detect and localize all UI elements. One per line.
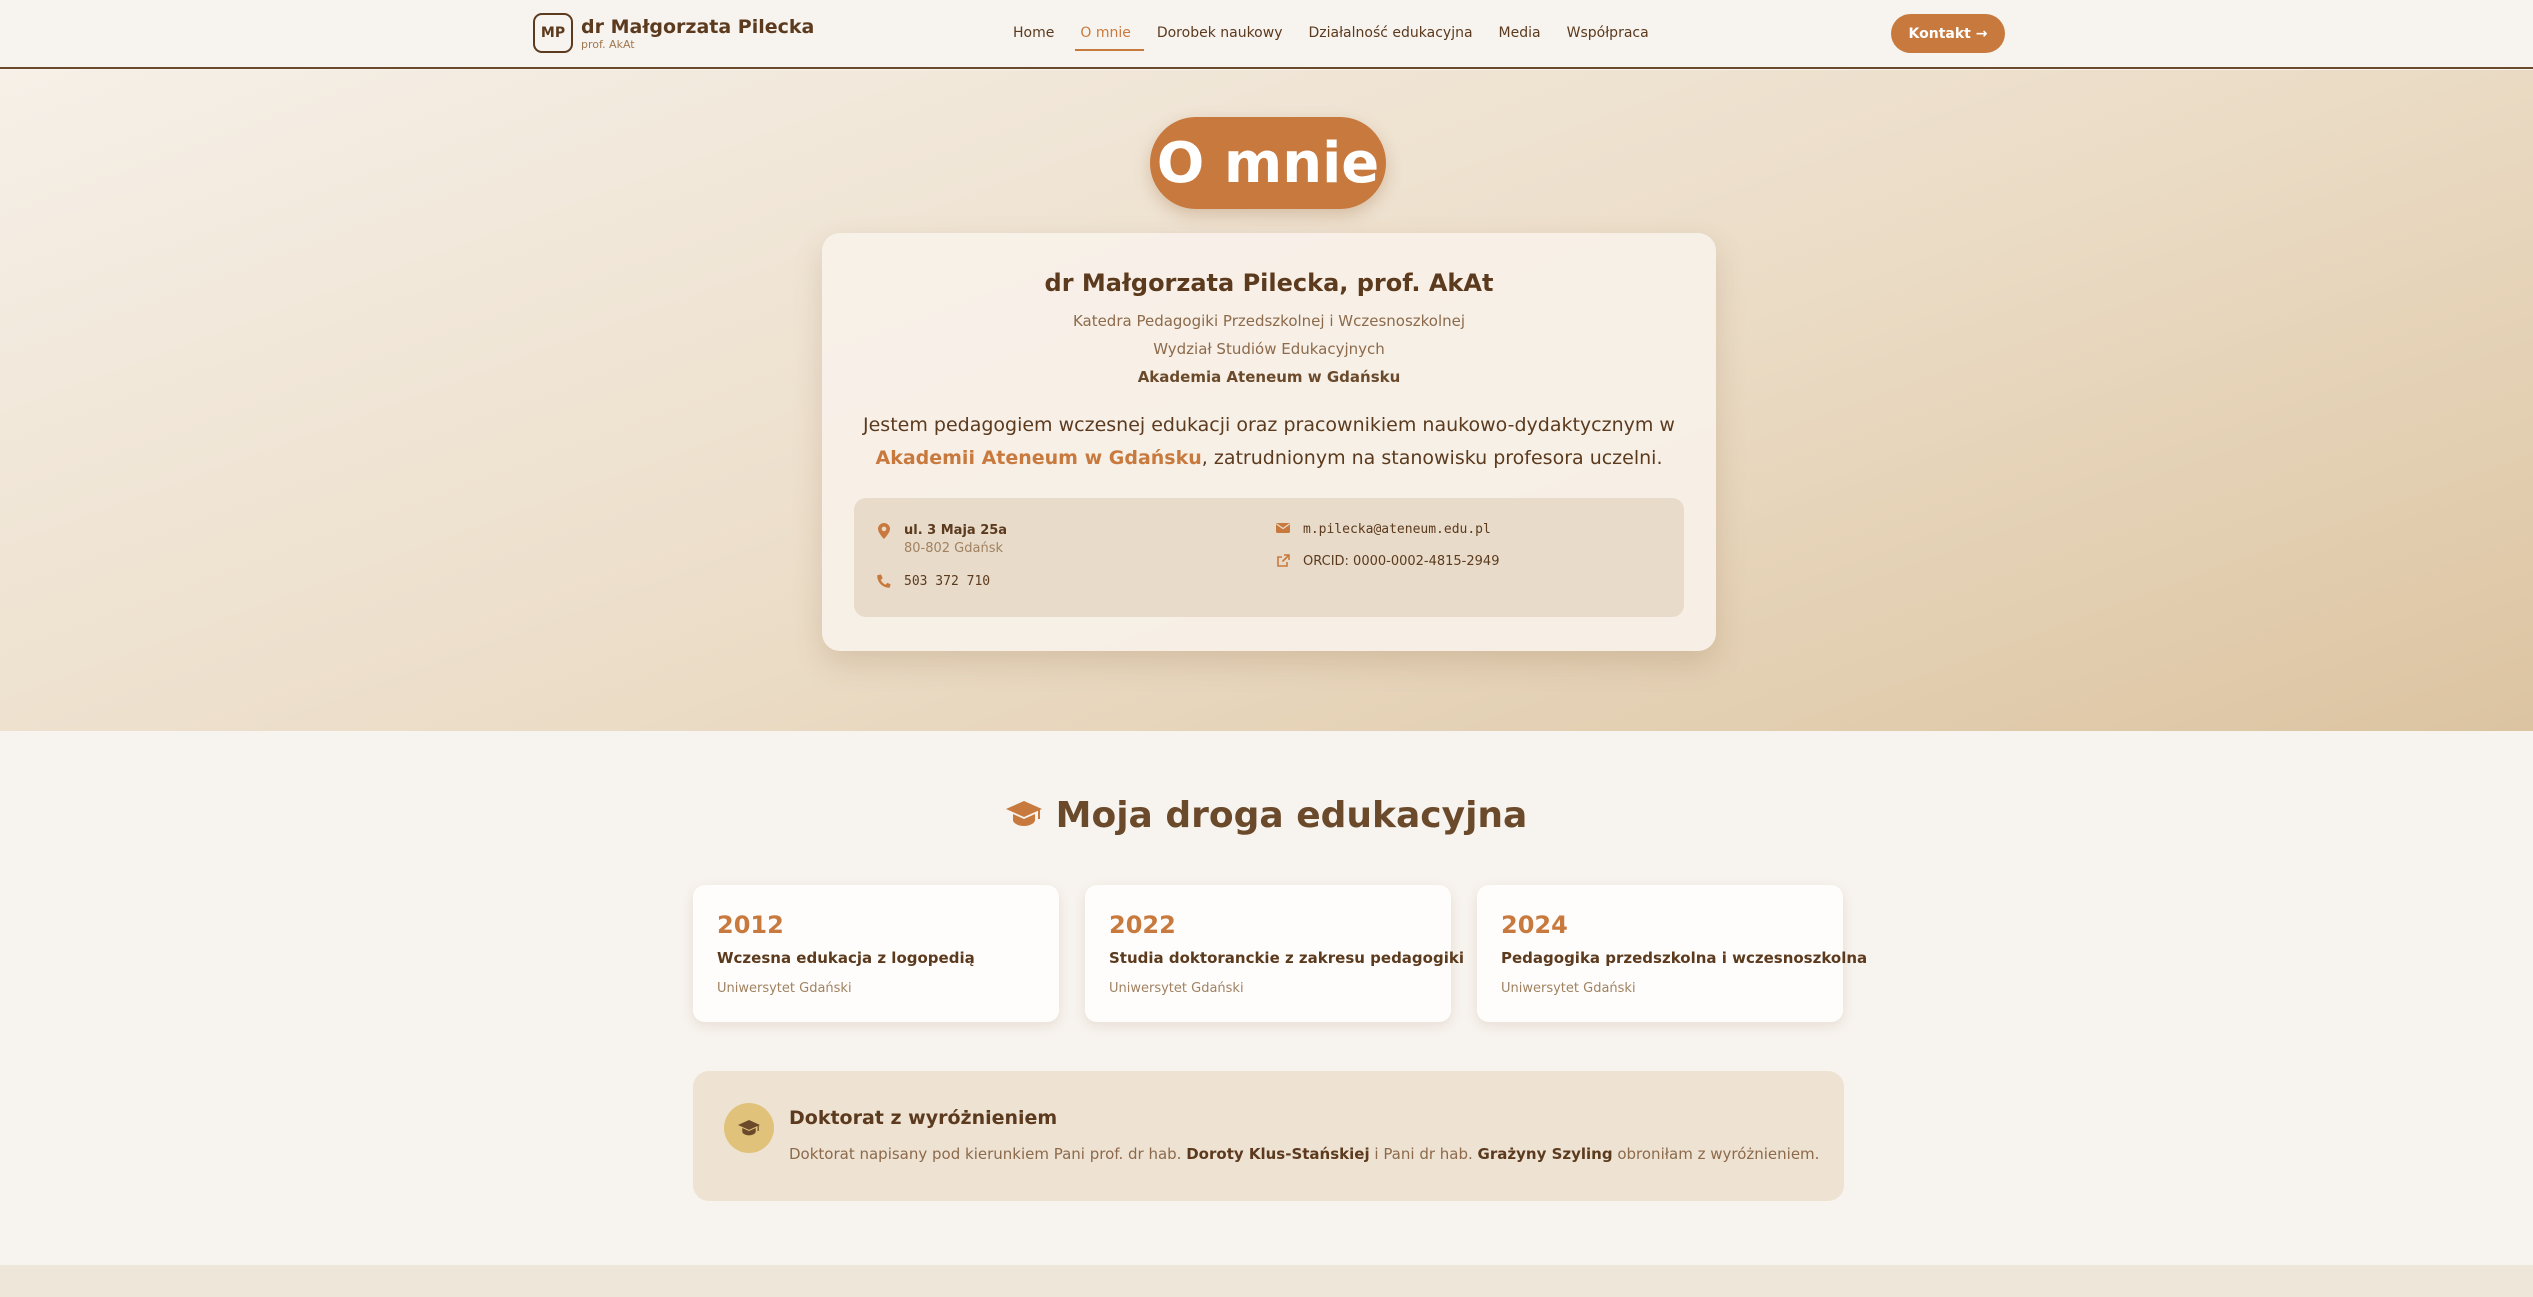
education-school: Uniwersytet Gdański <box>717 981 852 996</box>
education-year: 2012 <box>717 911 784 939</box>
phd-title: Doktorat z wyróżnieniem <box>789 1107 1058 1129</box>
address-street: ul. 3 Maja 25a <box>904 523 1008 538</box>
education-heading: Moja droga edukacyjna <box>0 795 2533 836</box>
email-address[interactable]: m.pilecka@ateneum.edu.pl <box>1303 522 1491 537</box>
site-subtitle: prof. AkAt <box>581 38 635 51</box>
profile-faculty: Wydział Studiów Edukacyjnych <box>1153 340 1385 358</box>
education-program: Studia doktoranckie z zakresu pedagogiki <box>1109 949 1464 967</box>
orcid-link[interactable]: ORCID: 0000-0002-4815-2949 <box>1303 554 1499 569</box>
envelope-icon <box>1275 522 1291 538</box>
phone-item[interactable]: 503 372 710 <box>876 574 990 590</box>
address-item: ul. 3 Maja 25a 80-802 Gdańsk <box>876 523 1007 556</box>
map-pin-icon <box>876 523 892 539</box>
orcid-item[interactable]: ORCID: 0000-0002-4815-2949 <box>1275 554 1499 570</box>
next-section-strip <box>0 1265 2533 1297</box>
external-link-icon <box>1275 554 1291 570</box>
education-school: Uniwersytet Gdański <box>1109 981 1244 996</box>
phd-highlight-box: Doktorat z wyróżnieniem Doktorat napisan… <box>693 1071 1844 1201</box>
phone-icon <box>876 574 892 590</box>
profile-intro: Jestem pedagogiem wczesnej edukacji oraz… <box>862 409 1676 475</box>
hero-section: O mnie dr Małgorzata Pilecka, prof. AkAt… <box>0 70 2533 731</box>
main-menu: Home O mnie Dorobek naukowy Działalność … <box>1000 22 1662 52</box>
nav-item-wspolpraca[interactable]: Współpraca <box>1554 22 1662 52</box>
site-name[interactable]: dr Małgorzata Pilecka <box>581 16 814 38</box>
phd-text: obroniłam z wyróżnieniem. <box>1612 1145 1820 1163</box>
contact-button[interactable]: Kontakt → <box>1891 14 2005 53</box>
nav-item-o-mnie[interactable]: O mnie <box>1067 22 1145 52</box>
profile-university: Akademia Ateneum w Gdańsku <box>1137 368 1401 386</box>
education-year: 2022 <box>1109 911 1176 939</box>
education-program: Pedagogika przedszkolna i wczesnoszkolna <box>1501 949 1868 967</box>
profile-name: dr Małgorzata Pilecka, prof. AkAt <box>1044 269 1494 297</box>
phd-description: Doktorat napisany pod kierunkiem Pani pr… <box>789 1145 1819 1163</box>
top-navbar: MP dr Małgorzata Pilecka prof. AkAt Home… <box>0 0 2533 69</box>
education-card: 2022 Studia doktoranckie z zakresu pedag… <box>1085 885 1464 1022</box>
phone-number[interactable]: 503 372 710 <box>904 574 990 589</box>
phd-text: i Pani dr hab. <box>1369 1145 1478 1163</box>
nav-item-dorobek-naukowy[interactable]: Dorobek naukowy <box>1144 22 1296 52</box>
page-title: O mnie <box>1150 117 1386 209</box>
profile-card: dr Małgorzata Pilecka, prof. AkAt Katedr… <box>822 233 1716 651</box>
logo-badge[interactable]: MP <box>533 13 573 53</box>
phd-cosupervisor: Grażyny Szyling <box>1477 1145 1613 1163</box>
graduation-cap-icon <box>1005 797 1042 835</box>
education-title: Moja droga edukacyjna <box>1055 795 1528 836</box>
nav-item-media[interactable]: Media <box>1486 22 1554 52</box>
intro-text: Jestem pedagogiem wczesnej edukacji oraz… <box>863 414 1675 436</box>
profile-department: Katedra Pedagogiki Przedszkolnej i Wczes… <box>1072 312 1466 330</box>
graduation-cap-icon <box>724 1103 774 1153</box>
contact-box: ul. 3 Maja 25a 80-802 Gdańsk 503 372 710… <box>854 498 1684 617</box>
nav-item-dzialalnosc-edukacyjna[interactable]: Działalność edukacyjna <box>1295 22 1485 52</box>
education-card: 2024 Pedagogika przedszkolna i wczesnosz… <box>1477 885 1867 1022</box>
intro-university-link[interactable]: Akademii Ateneum w Gdańsku <box>875 447 1201 469</box>
education-year: 2024 <box>1501 911 1568 939</box>
phd-text: Doktorat napisany pod kierunkiem Pani pr… <box>789 1145 1187 1163</box>
education-card: 2012 Wczesna edukacja z logopedią Uniwer… <box>693 885 1059 1022</box>
email-item[interactable]: m.pilecka@ateneum.edu.pl <box>1275 522 1491 538</box>
nav-item-home[interactable]: Home <box>1000 22 1067 52</box>
education-program: Wczesna edukacja z logopedią <box>717 949 975 967</box>
intro-text-end: , zatrudnionym na stanowisku profesora u… <box>1201 447 1663 469</box>
education-school: Uniwersytet Gdański <box>1501 981 1636 996</box>
phd-supervisor: Doroty Klus-Stańskiej <box>1186 1145 1370 1163</box>
address-city: 80-802 Gdańsk <box>904 541 1004 556</box>
